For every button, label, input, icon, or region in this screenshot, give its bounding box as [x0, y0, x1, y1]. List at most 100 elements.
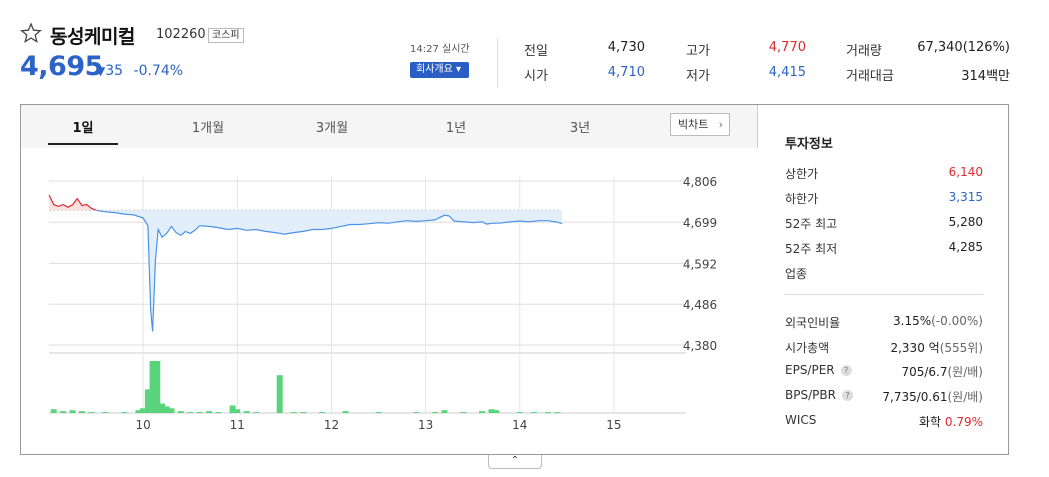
market-cap-value: 2,330 억(555위): [890, 339, 983, 356]
eps-per-unit: (원/배): [947, 365, 984, 379]
upper-limit-label: 상한가: [785, 167, 819, 181]
volume-bar: [460, 412, 467, 413]
amount-label: 거래대금: [846, 69, 894, 84]
lower-limit-value: 3,315: [948, 190, 983, 204]
eps-per-number: 705/6.7: [901, 365, 948, 379]
volume-value: 67,340(126%): [917, 40, 1010, 55]
wics-label: WICS: [785, 413, 817, 427]
x-tick-label: 13: [418, 418, 433, 432]
volume-bar: [50, 409, 57, 413]
sector-row: 업종: [785, 265, 983, 281]
volume-bar: [187, 412, 194, 413]
foreign-ratio-row: 외국인비율 3.15%(-0.00%): [785, 314, 983, 330]
volume-bar: [102, 412, 109, 413]
eps-per-row: EPS/PER? 705/6.7(원/배): [785, 363, 983, 379]
company-overview-button[interactable]: 회사개요 ▾: [410, 62, 469, 78]
bps-pbr-value: 7,735/0.61(원/배): [882, 388, 983, 405]
volume-bar: [290, 412, 297, 413]
market-badge: 코스피: [208, 28, 244, 43]
bps-pbr-row: BPS/PBR? 7,735/0.61(원/배): [785, 388, 983, 404]
volume-bar: [413, 412, 420, 413]
market-cap-label: 시가총액: [785, 341, 830, 355]
volume-bar: [234, 409, 241, 413]
help-icon[interactable]: ?: [841, 390, 853, 401]
y-tick-label: 4,486: [683, 298, 717, 312]
volume-bar: [60, 411, 67, 413]
volume-bar: [342, 411, 349, 413]
high-value: 4,770: [768, 40, 806, 55]
y-tick-label: 4,592: [683, 257, 717, 271]
volume-bar: [276, 375, 283, 413]
chart-pane: 1일 1개월 3개월 1년 3년 빅차트 › 4,806 4,699 4,592 4,…: [21, 105, 758, 454]
chart-container: 1일 1개월 3개월 1년 3년 빅차트 › 4,806 4,699 4,592 4,…: [20, 104, 1009, 455]
x-tick-label: 10: [136, 418, 151, 432]
upper-limit-row: 상한가 6,140: [785, 165, 983, 181]
volume-bar: [78, 411, 85, 413]
volume-bar: [177, 411, 184, 413]
volume-bar: [554, 412, 561, 413]
volume-bar: [530, 412, 537, 413]
header-divider: [497, 38, 498, 88]
volume-bar: [375, 412, 382, 413]
lower-limit-label: 하한가: [785, 192, 819, 206]
down-arrow-icon: ▼: [96, 64, 106, 78]
volume-bar: [479, 411, 486, 413]
low52-value: 4,285: [948, 240, 983, 254]
volume-bar: [243, 411, 250, 413]
low52-row: 52주 최저 4,285: [785, 240, 983, 256]
help-icon[interactable]: ?: [840, 365, 852, 376]
collapse-button[interactable]: ⌃: [488, 455, 542, 469]
investment-info-panel: 투자정보 상한가 6,140 하한가 3,315 52주 최고 5,280 52…: [759, 105, 1008, 454]
stock-code: 102260: [156, 27, 206, 42]
volume-bar: [168, 408, 175, 413]
volume-bar: [253, 412, 260, 413]
chevron-up-icon: ⌃: [510, 455, 520, 466]
foreign-ratio-value: 3.15%(-0.00%): [893, 314, 983, 328]
market-cap-rank: (555위): [939, 341, 983, 355]
wics-row: WICS 화학 0.79%: [785, 413, 983, 429]
open-label: 시가: [524, 69, 548, 84]
bps-pbr-label: BPS/PBR?: [785, 388, 853, 402]
volume-bar: [516, 412, 523, 413]
eps-per-value: 705/6.7(원/배): [901, 363, 983, 380]
lower-limit-row: 하한가 3,315: [785, 190, 983, 206]
volume-bar: [319, 412, 326, 413]
foreign-ratio-label: 외국인비율: [785, 316, 841, 330]
y-tick-label: 4,380: [683, 339, 717, 353]
market-cap-row: 시가총액 2,330 억(555위): [785, 339, 983, 355]
realtime-time: 14:27 실시간: [410, 44, 470, 55]
change-amount: 35: [105, 63, 124, 79]
bps-pbr-text: BPS/PBR: [785, 388, 836, 402]
bps-pbr-unit: (원/배): [947, 390, 984, 404]
price-chart[interactable]: 4,806 4,699 4,592 4,486 4,380 10 11 12 13 14 15: [21, 105, 758, 454]
open-value: 4,710: [607, 65, 645, 80]
high52-row: 52주 최고 5,280: [785, 215, 983, 231]
volume-bar: [88, 412, 95, 413]
wics-sector: 화학: [918, 415, 942, 429]
y-tick-label: 4,806: [683, 175, 717, 189]
sector-label: 업종: [785, 267, 808, 281]
x-tick-label: 12: [324, 418, 339, 432]
prev-close-value: 4,730: [607, 40, 645, 55]
low-label: 저가: [686, 69, 710, 84]
volume-bar: [493, 410, 500, 413]
bps-pbr-number: 7,735/0.61: [882, 390, 948, 404]
info-title: 투자정보: [785, 137, 833, 152]
low-value: 4,415: [768, 65, 806, 80]
volume-bar: [206, 411, 213, 413]
market-cap-number: 2,330 억: [890, 341, 940, 355]
wics-value[interactable]: 화학 0.79%: [919, 413, 983, 430]
foreign-ratio-change: (-0.00%): [931, 314, 983, 328]
x-tick-label: 11: [230, 418, 245, 432]
high-label: 고가: [686, 44, 710, 59]
volume-bar: [432, 412, 439, 413]
favorite-star-icon[interactable]: [20, 22, 42, 44]
volume-bar: [196, 412, 203, 413]
volume-bar: [121, 412, 128, 413]
volume-bar: [69, 410, 76, 413]
low52-label: 52주 최저: [785, 242, 838, 256]
high52-label: 52주 최고: [785, 217, 838, 231]
change-percent: -0.74%: [133, 63, 184, 79]
stock-name: 동성케미컬: [50, 26, 135, 48]
price-change: ▼35 -0.74%: [96, 63, 183, 79]
